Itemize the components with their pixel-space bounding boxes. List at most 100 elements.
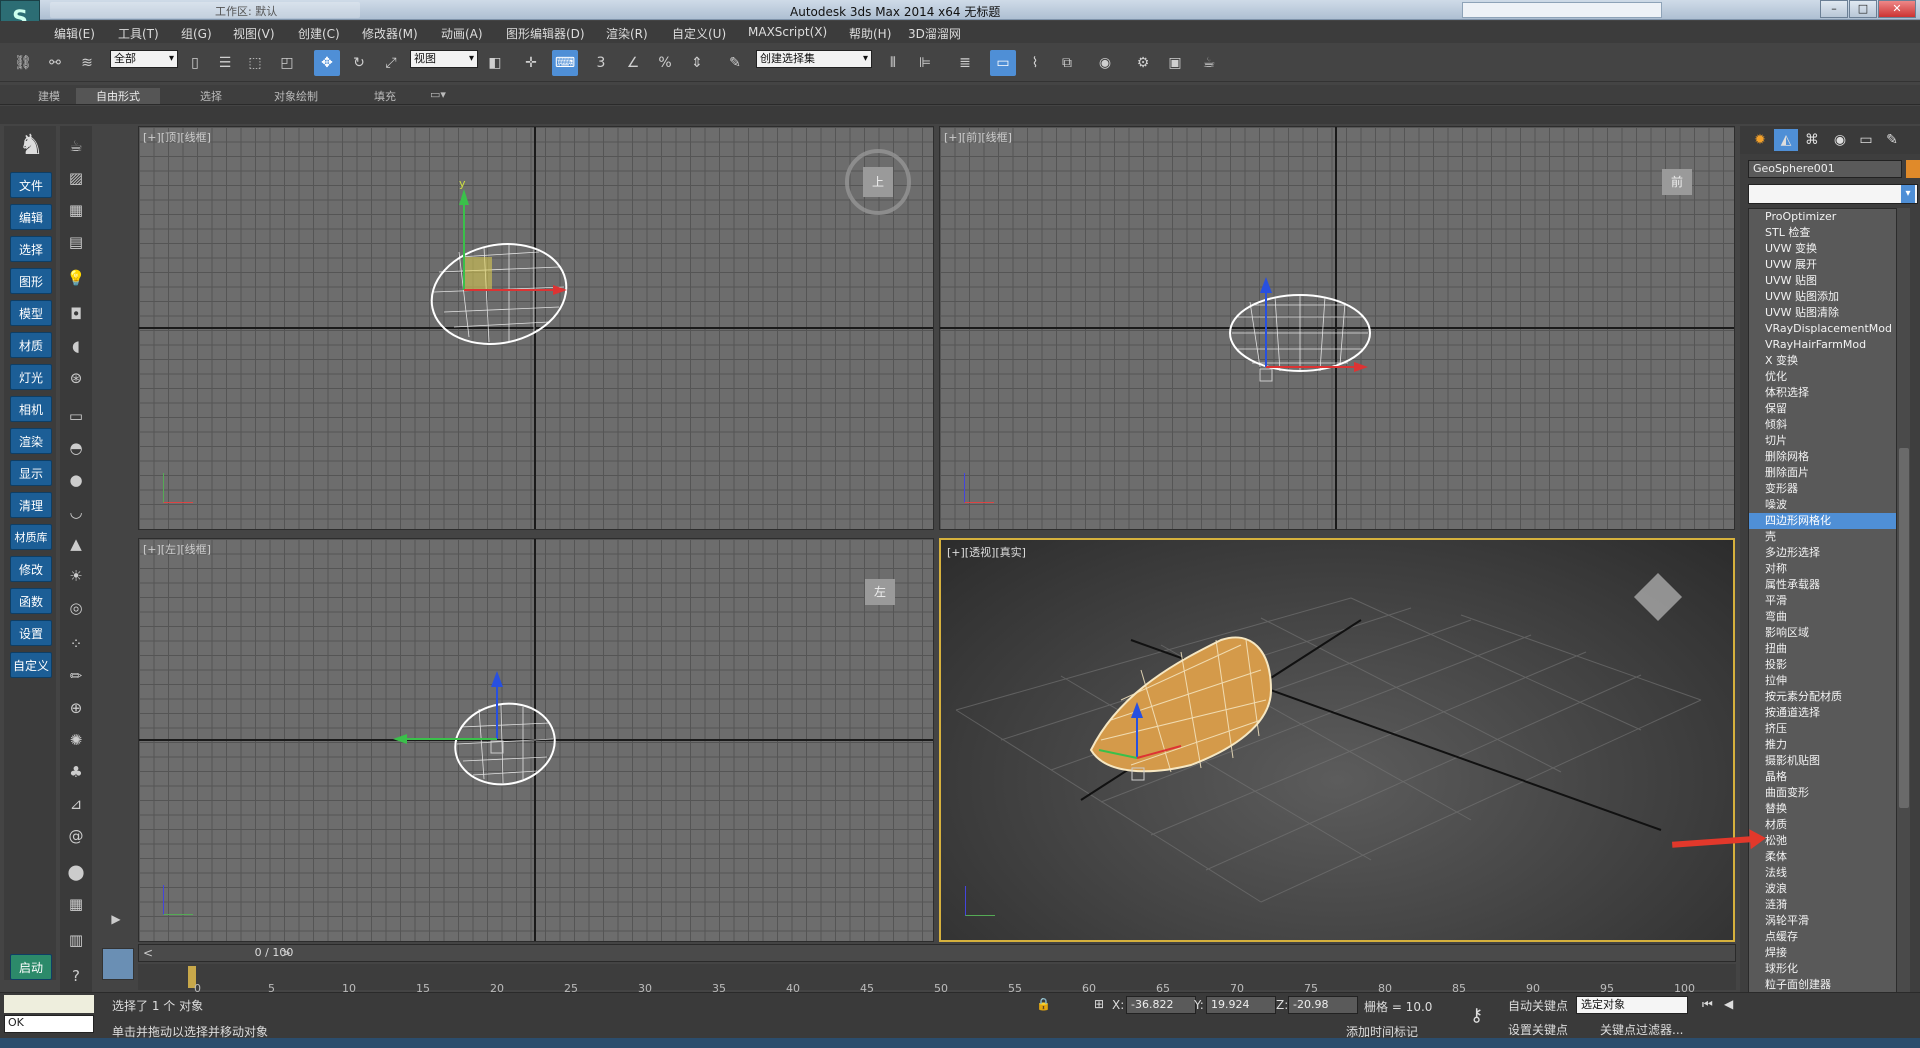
light-bulb-icon[interactable]: 💡 xyxy=(64,266,88,290)
brush-icon[interactable]: ✏ xyxy=(64,664,88,688)
modifier-list-item[interactable]: STL 检查 xyxy=(1749,225,1907,241)
percent-snap-icon[interactable]: % xyxy=(652,50,678,76)
speaker-icon[interactable]: ◖ xyxy=(64,334,88,358)
modifier-list-item[interactable]: 删除网格 xyxy=(1749,449,1907,465)
align-icon[interactable]: ⊫ xyxy=(912,50,938,76)
viewport-layout-icon[interactable] xyxy=(102,948,134,980)
utilities-tab-icon[interactable]: ✎ xyxy=(1880,129,1904,151)
window-crossing-icon[interactable]: ◰ xyxy=(274,50,300,76)
menu-customize[interactable]: 自定义(U) xyxy=(672,25,726,42)
modify-tab-icon[interactable]: ◭ xyxy=(1774,129,1798,151)
modifier-list-item[interactable]: 柔体 xyxy=(1749,849,1907,865)
modifier-list-item[interactable]: 晶格 xyxy=(1749,769,1907,785)
left-btn-render[interactable]: 渲染 xyxy=(10,428,52,454)
bowl-icon[interactable]: ◡ xyxy=(64,500,88,524)
tab-freeform[interactable]: 自由形式 xyxy=(76,88,160,104)
select-move-icon[interactable]: ✥ xyxy=(314,50,340,76)
left-btn-light[interactable]: 灯光 xyxy=(10,364,52,390)
left-btn-file[interactable]: 文件 xyxy=(10,172,52,198)
teapot-icon[interactable]: ☕ xyxy=(64,134,88,158)
modifier-list-item[interactable]: VRayDisplacementMod xyxy=(1749,321,1907,337)
modifier-list-item[interactable]: 点缓存 xyxy=(1749,929,1907,945)
menu-animation[interactable]: 动画(A) xyxy=(441,25,483,42)
render-production-icon[interactable]: ☕ xyxy=(1196,50,1222,76)
viewport-left[interactable]: [+][左][线框] 左 xyxy=(138,538,934,942)
left-btn-settings[interactable]: 设置 xyxy=(10,620,52,646)
track-bar[interactable]: 0 5 10 15 20 25 30 35 40 45 50 55 60 65 70 75 80 85 90 95 10… xyxy=(138,964,1736,995)
geosphere-wireframe-front[interactable] xyxy=(940,127,1735,530)
modifier-list-item[interactable]: 体积选择 xyxy=(1749,385,1907,401)
modifier-list-item[interactable]: 松弛 xyxy=(1749,833,1907,849)
modifier-list-item[interactable]: 替换 xyxy=(1749,801,1907,817)
modifier-list-item[interactable]: 按元素分配材质 xyxy=(1749,689,1907,705)
time-slider[interactable]: < 0 / 100 > xyxy=(138,944,1736,962)
menu-group[interactable]: 组(G) xyxy=(181,25,212,42)
viewport-front[interactable]: [+][前][线框] 前 xyxy=(939,126,1735,530)
maxscript-listener-field[interactable]: OK xyxy=(4,1015,94,1033)
modifier-list-item[interactable]: UVW 贴图清除 xyxy=(1749,305,1907,321)
modifier-list-item[interactable]: 属性承载器 xyxy=(1749,577,1907,593)
sphere-icon[interactable]: ● xyxy=(64,468,88,492)
pivot-center-icon[interactable]: ◧ xyxy=(482,50,508,76)
left-btn-material[interactable]: 材质 xyxy=(10,332,52,358)
modifier-list-item[interactable]: 推力 xyxy=(1749,737,1907,753)
modifier-list-item[interactable]: 球形化 xyxy=(1749,961,1907,977)
start-button[interactable]: 启动 xyxy=(10,954,52,980)
goto-start-icon[interactable]: ⏮ xyxy=(1702,997,1713,1012)
tab-selection[interactable]: 选择 xyxy=(200,88,222,104)
modifier-list-item[interactable]: 切片 xyxy=(1749,433,1907,449)
tab-populate[interactable]: 填充 xyxy=(374,88,396,104)
modifier-scrollbar[interactable] xyxy=(1896,208,1910,1018)
schematic-view-icon[interactable]: ⧉ xyxy=(1054,50,1080,76)
object-color-swatch[interactable] xyxy=(1906,160,1920,178)
select-object-icon[interactable]: ▯ xyxy=(182,50,208,76)
rendered-frame-icon[interactable]: ▣ xyxy=(1162,50,1188,76)
perspective-scene[interactable] xyxy=(941,540,1733,940)
camera-icon[interactable]: ◘ xyxy=(64,302,88,326)
left-btn-display[interactable]: 显示 xyxy=(10,460,52,486)
left-btn-edit[interactable]: 编辑 xyxy=(10,204,52,230)
modifier-list-item[interactable]: UVW 变换 xyxy=(1749,241,1907,257)
display-tab-icon[interactable]: ▭ xyxy=(1854,129,1878,151)
left-btn-model[interactable]: 模型 xyxy=(10,300,52,326)
menu-graph-editors[interactable]: 图形编辑器(D) xyxy=(506,25,585,42)
geosphere-wireframe-left[interactable] xyxy=(139,539,934,942)
modifier-list-item[interactable]: ProOptimizer xyxy=(1749,209,1907,225)
modifier-list-item[interactable]: 材质 xyxy=(1749,817,1907,833)
geosphere-wireframe-top[interactable]: y xyxy=(139,127,934,530)
tab-modeling[interactable]: 建模 xyxy=(38,88,60,104)
left-btn-camera[interactable]: 相机 xyxy=(10,396,52,422)
table-icon[interactable]: ▤ xyxy=(64,230,88,254)
left-btn-select[interactable]: 选择 xyxy=(10,236,52,262)
modifier-list-item[interactable]: 挤压 xyxy=(1749,721,1907,737)
left-btn-modify[interactable]: 修改 xyxy=(10,556,52,582)
viewport-top[interactable]: [+][顶][线框] y 上 xyxy=(138,126,934,530)
modifier-list-item[interactable]: 曲面变形 xyxy=(1749,785,1907,801)
modifier-list-item[interactable]: VRayHairFarmMod xyxy=(1749,337,1907,353)
expand-arrow-icon[interactable]: ▶ xyxy=(104,912,128,934)
stairs-icon[interactable]: ⊿ xyxy=(64,792,88,816)
menu-3d66[interactable]: 3D溜溜网 xyxy=(908,25,961,42)
modifier-list-item[interactable]: UVW 展开 xyxy=(1749,257,1907,273)
menu-create[interactable]: 创建(C) xyxy=(298,25,340,42)
curve-editor-icon[interactable]: ⌇ xyxy=(1022,50,1048,76)
modifier-list-item[interactable]: UVW 贴图 xyxy=(1749,273,1907,289)
modifier-list-item[interactable]: 粒子面创建器 xyxy=(1749,977,1907,993)
modifier-list-item[interactable]: 四边形网格化 xyxy=(1749,513,1907,529)
film-camera-icon[interactable]: ⊛ xyxy=(64,366,88,390)
bind-spacewarp-icon[interactable]: ≋ xyxy=(74,50,100,76)
sun-icon[interactable]: ☀ xyxy=(64,564,88,588)
grid-icon[interactable]: ▦ xyxy=(64,892,88,916)
close-button[interactable]: ✕ xyxy=(1878,0,1916,18)
modifier-list-item[interactable]: 法线 xyxy=(1749,865,1907,881)
menu-modifiers[interactable]: 修改器(M) xyxy=(362,25,418,42)
keyboard-shortcut-icon[interactable]: ⌨ xyxy=(552,50,578,76)
x-coord-field[interactable]: -36.822 xyxy=(1126,996,1196,1014)
plane-icon[interactable]: ▭ xyxy=(64,404,88,428)
modifier-list-item[interactable]: 保留 xyxy=(1749,401,1907,417)
select-scale-icon[interactable]: ⤢ xyxy=(378,50,404,76)
modifier-list-item[interactable]: X 变换 xyxy=(1749,353,1907,369)
menu-help[interactable]: 帮助(H) xyxy=(849,25,891,42)
menu-edit[interactable]: 编辑(E) xyxy=(54,25,95,42)
modifier-list-item[interactable]: 焊接 xyxy=(1749,945,1907,961)
